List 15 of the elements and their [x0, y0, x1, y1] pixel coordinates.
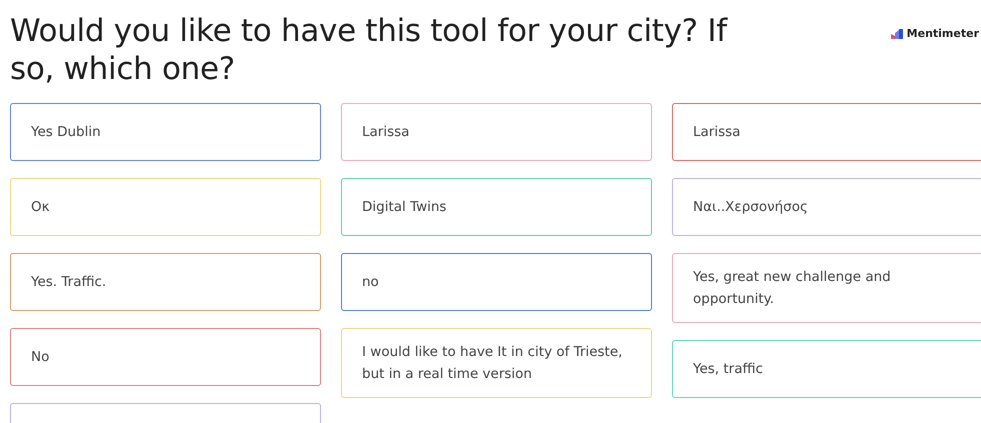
response-card: Oκ — [10, 178, 321, 236]
response-card: Ναι..Χερσονήσος — [672, 178, 981, 236]
response-card: I would like to have It in city of Trieste, but in a real time version — [341, 328, 652, 398]
response-card: Yes, traffic — [672, 340, 981, 398]
response-card: no — [341, 253, 652, 311]
question-title: Would you like to have this tool for your city? If so, which one? — [10, 12, 729, 88]
response-card: Digital Twins — [341, 178, 652, 236]
response-card: Yes. Traffic. — [10, 253, 321, 311]
logo-icon — [890, 28, 903, 38]
response-card: No — [10, 328, 321, 386]
response-card: Larissa — [341, 103, 652, 161]
response-card: Yes, great new challenge and opportunity. — [672, 253, 981, 323]
response-card: Yes Dublin — [10, 103, 321, 161]
response-card: Larissa — [672, 103, 981, 161]
brand-name: Mentimeter — [906, 27, 979, 40]
